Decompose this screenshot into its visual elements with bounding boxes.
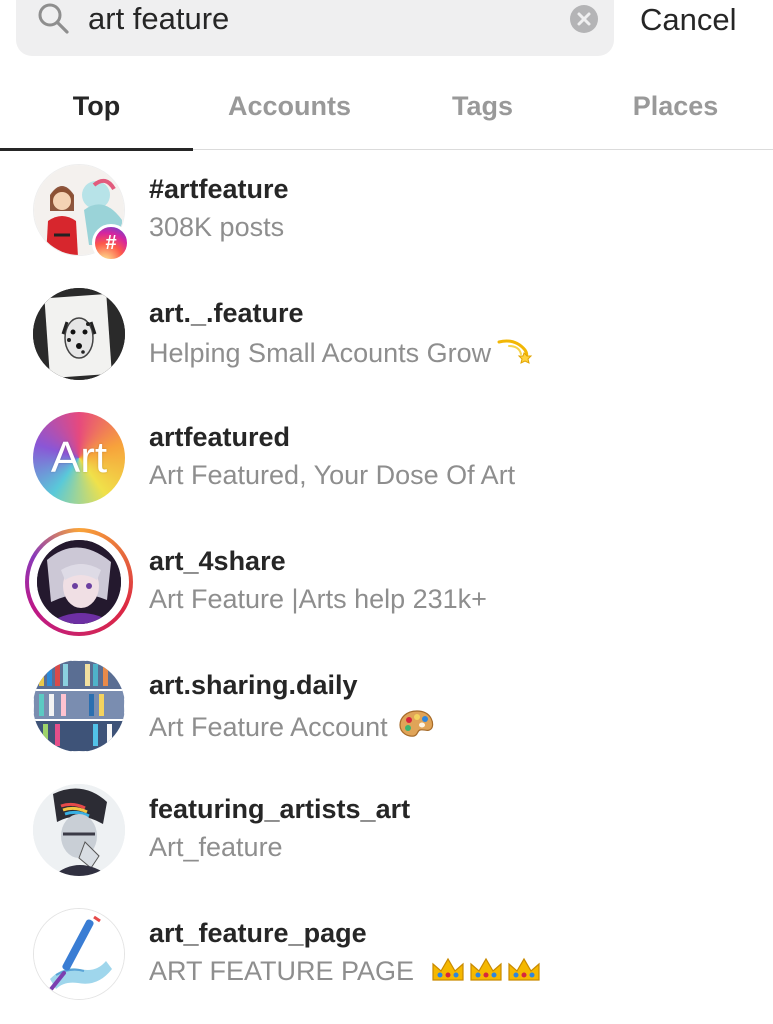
- result-item[interactable]: # #artfeature 308K posts: [0, 150, 773, 274]
- avatar: [37, 540, 121, 624]
- search-icon: [38, 3, 69, 34]
- cancel-button[interactable]: Cancel: [640, 0, 737, 40]
- result-item[interactable]: art_4share Art Feature |Arts help 231k+: [0, 522, 773, 646]
- avatar-text: Art: [50, 433, 108, 482]
- result-item[interactable]: art.sharing.daily Art Feature Account: [0, 646, 773, 770]
- result-title: art_4share: [149, 546, 286, 576]
- result-title: art.sharing.daily: [149, 670, 358, 700]
- palette-icon: [399, 710, 433, 737]
- dizzy-icon: [497, 339, 533, 364]
- result-item[interactable]: featuring_artists_art Art_feature: [0, 770, 773, 894]
- result-subtitle: Art_feature: [149, 832, 283, 862]
- avatar: Art: [33, 412, 125, 504]
- result-subtitle: Art Feature Account: [149, 708, 436, 743]
- result-subtitle: Art Featured, Your Dose Of Art: [149, 460, 516, 490]
- result-subtitle: Art Feature |Arts help 231k+: [149, 584, 487, 614]
- tab-accounts[interactable]: Accounts: [193, 62, 386, 150]
- result-title: artfeatured: [149, 422, 291, 452]
- tab-places[interactable]: Places: [579, 62, 772, 150]
- result-subtitle: Helping Small Acounts Grow: [149, 336, 533, 369]
- search-header: art feature Cancel: [0, 0, 773, 62]
- result-subtitle: 308K posts: [149, 212, 285, 242]
- tab-tags[interactable]: Tags: [386, 62, 579, 150]
- avatar: [33, 288, 125, 380]
- result-title: art._.feature: [149, 298, 304, 328]
- search-input[interactable]: art feature: [88, 0, 229, 40]
- crown-icon: [422, 956, 542, 986]
- result-item[interactable]: art_feature_page ART FEATURE PAGE: [0, 894, 773, 1018]
- result-title: #artfeature: [149, 174, 289, 204]
- result-item[interactable]: Art artfeatured Art Featured, Your Dose …: [0, 398, 773, 522]
- result-title: featuring_artists_art: [149, 794, 411, 824]
- result-item[interactable]: art._.feature Helping Small Acounts Grow: [0, 274, 773, 398]
- avatar: [33, 660, 125, 752]
- result-title: art_feature_page: [149, 918, 367, 948]
- search-tabs: Top Accounts Tags Places: [0, 62, 773, 151]
- avatar: [33, 908, 125, 1000]
- tab-top[interactable]: Top: [0, 62, 193, 150]
- hashtag-icon: #: [92, 224, 130, 262]
- result-subtitle: ART FEATURE PAGE: [149, 956, 542, 987]
- clear-icon[interactable]: [569, 4, 599, 34]
- results-list: # #artfeature 308K posts art._.feature H…: [0, 150, 773, 1018]
- avatar: [33, 784, 125, 876]
